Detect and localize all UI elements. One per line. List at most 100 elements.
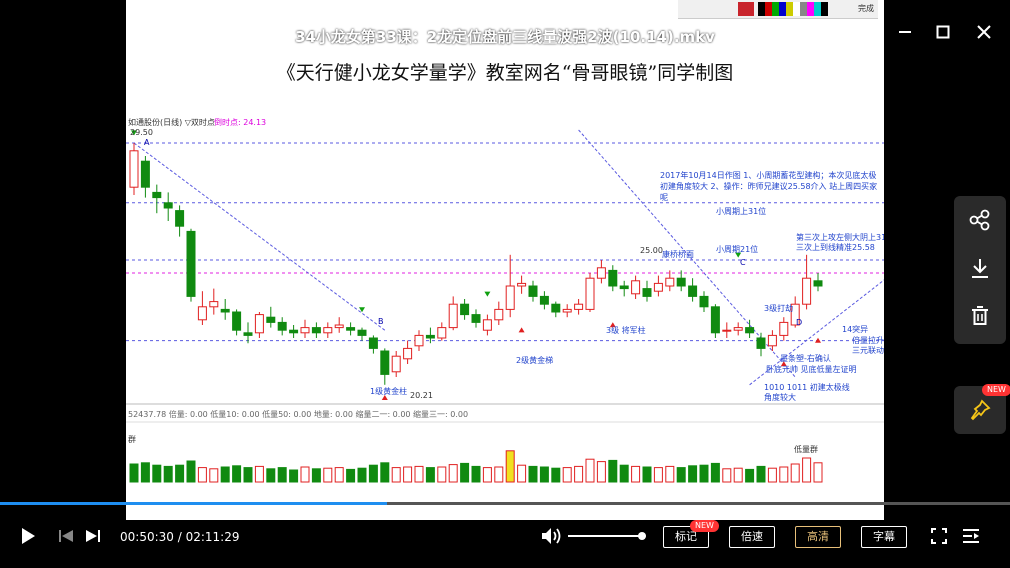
candle-body bbox=[596, 267, 606, 279]
candle-body bbox=[391, 355, 401, 373]
candle-body bbox=[437, 327, 447, 339]
volume-bar bbox=[346, 468, 356, 483]
volume-bar bbox=[653, 467, 663, 483]
close-icon[interactable] bbox=[970, 18, 998, 46]
up-arrow-marker bbox=[815, 337, 821, 343]
quality-button[interactable]: 高清 bbox=[795, 526, 841, 548]
volume-slider[interactable] bbox=[568, 532, 647, 540]
candle-body bbox=[334, 324, 344, 329]
speed-button[interactable]: 倍速 bbox=[729, 526, 775, 548]
subtitle-button[interactable]: 字幕 bbox=[861, 526, 907, 548]
time-display: 00:50:30 / 02:11:29 bbox=[120, 530, 240, 544]
volume-bar bbox=[722, 468, 732, 483]
volume-bar bbox=[357, 467, 367, 483]
volume-knob[interactable] bbox=[638, 532, 647, 540]
label-3ji-daji: 3级打劫 bbox=[764, 304, 794, 313]
candle-body bbox=[642, 288, 652, 297]
volume-bar bbox=[585, 458, 595, 483]
candle-body bbox=[140, 160, 150, 188]
maximize-icon[interactable] bbox=[929, 18, 957, 46]
volume-bar bbox=[368, 464, 378, 483]
candle-body bbox=[505, 285, 515, 310]
candle-body bbox=[562, 308, 572, 313]
down-arrow-marker bbox=[484, 291, 491, 297]
candle-body bbox=[551, 303, 561, 313]
candle-body bbox=[676, 277, 686, 287]
label-2ji: 2级黄金梯 bbox=[516, 356, 554, 365]
label-small-cycle-21: 小周期21位 bbox=[716, 245, 759, 254]
download-icon[interactable] bbox=[954, 244, 1006, 292]
candle-body bbox=[665, 277, 675, 287]
up-arrow-marker bbox=[518, 327, 525, 333]
volume-bar bbox=[665, 465, 675, 483]
chart-header: 如通股份(日线) ▽双时点 bbox=[128, 118, 215, 127]
volume-bar bbox=[209, 468, 219, 483]
play-icon[interactable] bbox=[20, 527, 36, 549]
label-3ji-jiangjun: 3级 将军柱 bbox=[606, 326, 646, 335]
candle-body bbox=[403, 347, 413, 360]
candle-body bbox=[733, 327, 743, 331]
volume-bar bbox=[197, 467, 207, 483]
candle-body bbox=[289, 329, 299, 334]
volume-bar bbox=[186, 460, 196, 483]
candle-body bbox=[585, 277, 595, 310]
progress-fill bbox=[0, 502, 387, 505]
volume-bar bbox=[631, 465, 641, 483]
marks-new-badge: NEW bbox=[690, 520, 719, 532]
candle-body bbox=[745, 327, 755, 334]
volume-bar bbox=[688, 465, 698, 483]
candle-body bbox=[300, 327, 310, 334]
volume-bar bbox=[562, 467, 572, 483]
previous-icon[interactable] bbox=[58, 528, 74, 548]
volume-bar bbox=[289, 469, 299, 483]
player-controls: 00:50:30 / 02:11:29 标记 NEW 倍速 高清 字幕 bbox=[0, 500, 1010, 568]
progress-bar[interactable] bbox=[0, 502, 1010, 505]
candle-body bbox=[574, 303, 584, 310]
volume-bar bbox=[494, 466, 504, 483]
candle-body bbox=[608, 269, 618, 287]
trend-line bbox=[133, 142, 386, 331]
note-top: 2017年10月14日作图 1、小周期蓄花型建构；本次见底太极 初建角度较大 2… bbox=[660, 171, 878, 202]
volume-bar bbox=[642, 466, 652, 483]
trash-icon[interactable] bbox=[954, 292, 1006, 340]
volume-fill bbox=[568, 535, 643, 537]
volume-bar bbox=[596, 461, 606, 483]
letter-c: C bbox=[740, 258, 746, 267]
chart-header-value: 倒时点: 24.13 bbox=[214, 118, 267, 127]
next-icon[interactable] bbox=[85, 528, 101, 548]
volume-bar bbox=[790, 463, 800, 483]
candle-body bbox=[494, 308, 504, 321]
fullscreen-icon[interactable] bbox=[931, 528, 947, 548]
volume-bar bbox=[699, 464, 709, 483]
candle-body bbox=[129, 150, 139, 188]
candle-body bbox=[653, 282, 663, 292]
candle-body bbox=[767, 334, 777, 347]
candle-body bbox=[243, 332, 253, 336]
slide-heading: 《天行健小龙女学量学》教室网名“骨哥眼镜”同学制图 bbox=[276, 62, 734, 84]
candle-body bbox=[756, 337, 766, 349]
minimize-icon[interactable] bbox=[891, 18, 919, 46]
share-icon[interactable] bbox=[954, 196, 1006, 244]
volume-icon[interactable] bbox=[541, 527, 563, 549]
volume-bar bbox=[254, 465, 264, 483]
candle-body bbox=[619, 285, 629, 290]
low-price-label: 20.21 bbox=[410, 391, 433, 400]
volume-bar bbox=[482, 467, 492, 483]
volume-bar bbox=[163, 465, 173, 483]
candle-body bbox=[722, 329, 732, 332]
candle-body bbox=[163, 202, 173, 209]
video-title: 34小龙女第33课：2龙定位盘前三线量波强2波(10.14).mkv bbox=[295, 28, 715, 46]
candle-body bbox=[197, 306, 207, 321]
volume-bar bbox=[391, 467, 401, 483]
candle-body bbox=[311, 327, 321, 334]
volume-bar bbox=[460, 462, 470, 483]
playlist-icon[interactable] bbox=[962, 528, 980, 548]
window-title-bar: 34小龙女第33课：2龙定位盘前三线量波强2波(10.14).mkv bbox=[0, 0, 1010, 60]
candle-body bbox=[323, 327, 333, 334]
volume-bar bbox=[619, 464, 629, 483]
candle-body bbox=[517, 282, 527, 287]
current-time: 00:50:30 bbox=[120, 530, 174, 544]
start-price-label: 29.50 bbox=[130, 128, 153, 137]
candle-body bbox=[254, 314, 264, 334]
side-action-panel bbox=[954, 196, 1006, 344]
